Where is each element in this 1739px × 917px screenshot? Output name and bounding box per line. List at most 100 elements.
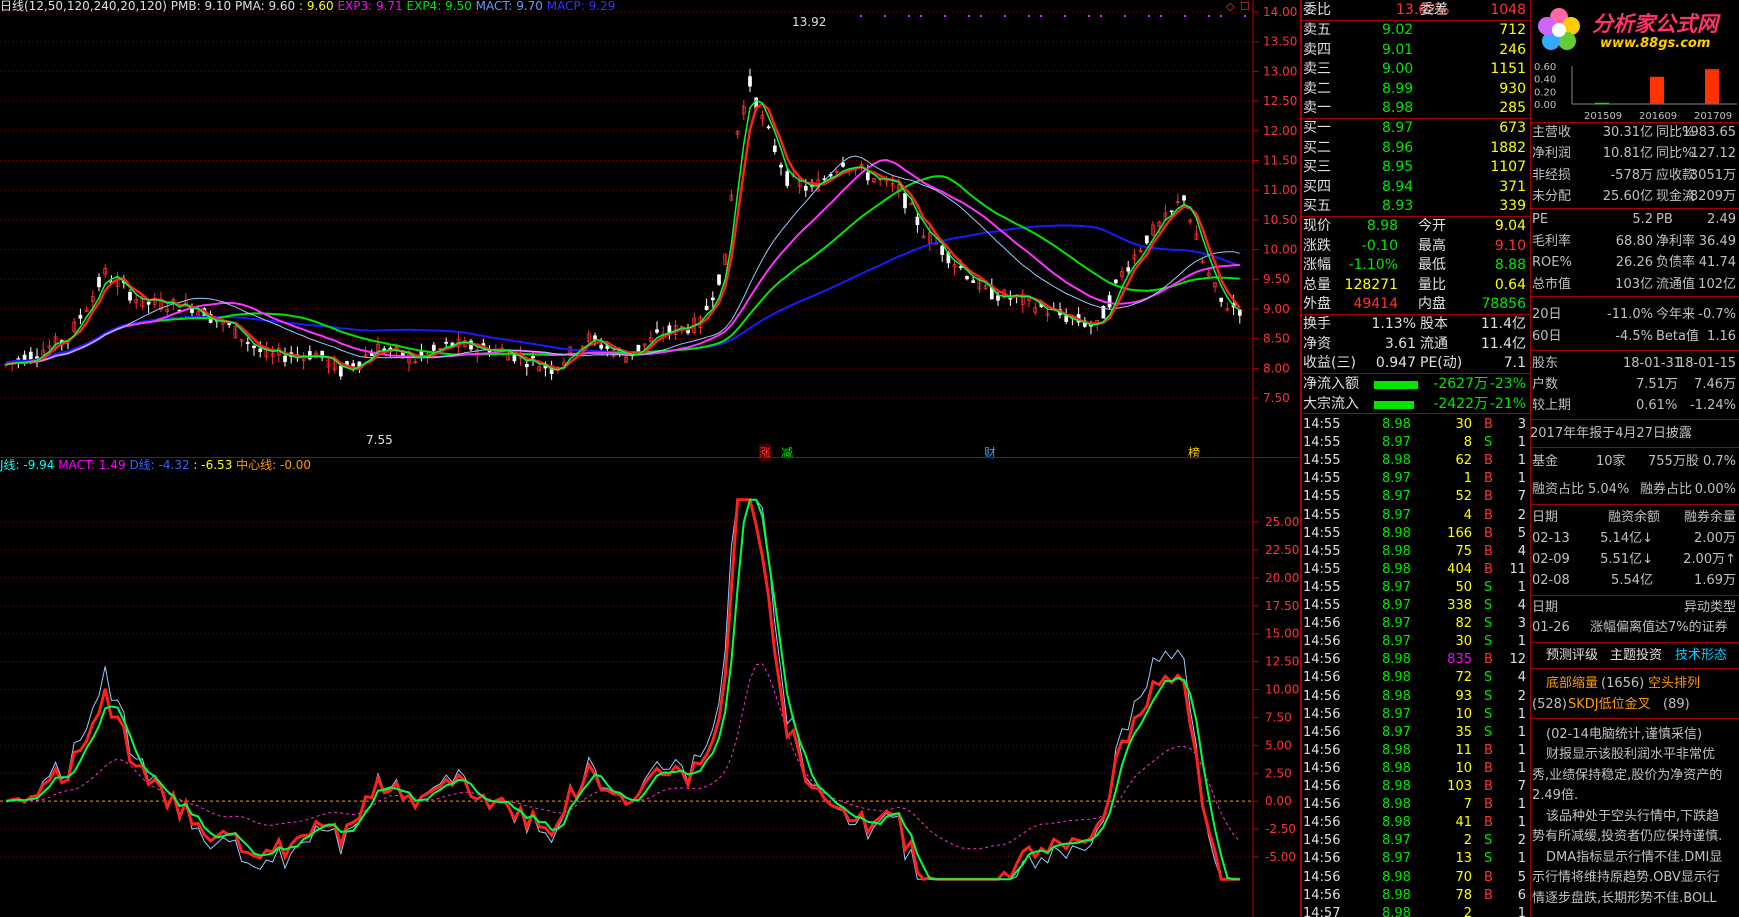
tick-row[interactable]: 14:56 8.97 35 S 1	[1302, 724, 1530, 742]
price-axis-label: 10.50	[1263, 213, 1297, 227]
tick-row[interactable]: 14:55 8.98 62 B 1	[1302, 452, 1530, 470]
tick-row[interactable]: 14:56 8.97 82 S 3	[1302, 615, 1530, 633]
comment-line: 示行情将维持原趋势.OBV显示行	[1532, 870, 1720, 885]
tick-side: S	[1484, 706, 1493, 722]
candle-body	[1107, 295, 1112, 308]
candle-body	[531, 356, 535, 359]
tick-row[interactable]: 14:55 8.98 404 B 11	[1302, 561, 1530, 579]
tick-count: 1	[1517, 724, 1526, 740]
tick-count: 1	[1517, 905, 1526, 917]
tick-row[interactable]: 14:56 8.98 41 B 1	[1302, 814, 1530, 832]
profit-bar	[1595, 102, 1609, 105]
tick-price: 8.97	[1382, 634, 1411, 650]
sub-axis-label: 2.50	[1265, 766, 1292, 780]
tick-row[interactable]: 14:57 8.98 2 1	[1302, 905, 1530, 917]
event-marker-cai[interactable]: 财	[984, 444, 996, 461]
valuation-row: PE 5.2 PB 2.49	[1532, 212, 1736, 227]
tick-row[interactable]: 14:55 8.98 166 B 5	[1302, 525, 1530, 543]
flower-logo-icon	[1538, 8, 1580, 50]
tick-row[interactable]: 14:56 8.97 13 S 1	[1302, 850, 1530, 868]
tick-price: 8.98	[1382, 905, 1411, 917]
tick-time: 14:55	[1303, 525, 1341, 541]
tick-price: 8.98	[1382, 688, 1411, 704]
tick-row[interactable]: 14:56 8.97 2 S 2	[1302, 832, 1530, 850]
buy-level-volume: 1107	[1490, 159, 1526, 175]
quote-stat-row: 收益(三) 0.947 PE(动) 7.1	[1302, 354, 1530, 374]
stat-label: 现价	[1303, 218, 1331, 234]
fund-flow-row: 净流入额 -2627万 -23%	[1302, 375, 1530, 395]
flow-pct: -21%	[1489, 395, 1526, 412]
stat-label: 量比	[1418, 276, 1446, 293]
tick-row[interactable]: 14:55 8.98 30 B 3	[1302, 416, 1530, 434]
tick-volume: 93	[1455, 688, 1472, 704]
tick-price: 8.97	[1382, 616, 1411, 632]
sell-level-row[interactable]: 卖五 9.02 712	[1302, 21, 1530, 41]
tick-row[interactable]: 14:55 8.97 1 B 1	[1302, 470, 1530, 488]
sell-level-row[interactable]: 卖二 8.99 930	[1302, 80, 1530, 100]
signal-dot	[944, 15, 946, 17]
tick-row[interactable]: 14:55 8.97 52 B 7	[1302, 488, 1530, 506]
event-marker-jian[interactable]: 减	[781, 444, 793, 461]
sell-level-row[interactable]: 卖四 9.01 246	[1302, 41, 1530, 61]
profit-bar-chart: 0.60 0.400.20 0.00 201509 201609 201709	[1534, 62, 1737, 122]
sub-axis-label: 5.00	[1265, 738, 1292, 752]
tick-time: 14:55	[1303, 561, 1341, 577]
tick-row[interactable]: 14:56 8.98 70 B 5	[1302, 869, 1530, 887]
tick-row[interactable]: 14:56 8.98 103 B 7	[1302, 778, 1530, 796]
tick-row[interactable]: 14:55 8.97 50 S 1	[1302, 579, 1530, 597]
weibi-label: 委比	[1303, 2, 1331, 18]
tick-count: 1	[1517, 760, 1526, 776]
buy-level-row[interactable]: 买五 8.93 339	[1302, 197, 1530, 217]
tick-row[interactable]: 14:55 8.97 338 S 4	[1302, 597, 1530, 615]
event-marker-bang[interactable]: 榜	[1188, 444, 1200, 461]
tick-row[interactable]: 14:56 8.98 78 B 6	[1302, 887, 1530, 905]
candle-body	[655, 329, 659, 333]
event-marker-zhang[interactable]: 涨	[759, 444, 772, 461]
tick-row[interactable]: 14:55 8.98 75 B 4	[1302, 543, 1530, 561]
window-icon[interactable]: ☐	[1240, 0, 1250, 13]
candle-body	[593, 335, 597, 340]
tick-count: 6	[1517, 887, 1526, 903]
legend-mact: MACT: 9.70	[475, 0, 543, 13]
tick-count: 2	[1517, 688, 1526, 704]
buy-level-row[interactable]: 买三 8.95 1107	[1302, 158, 1530, 178]
stat-label: 流通	[1420, 335, 1448, 352]
candle-body	[245, 342, 250, 344]
diamond-icon[interactable]: ◇	[1226, 0, 1234, 13]
tick-volume: 11	[1455, 742, 1472, 758]
tick-row[interactable]: 14:56 8.97 30 S 1	[1302, 633, 1530, 651]
sell-level-row[interactable]: 卖三 9.00 1151	[1302, 60, 1530, 80]
tab-theme[interactable]: 主题投资	[1610, 645, 1662, 666]
sell-level-volume: 246	[1499, 41, 1526, 58]
buy-level-row[interactable]: 买四 8.94 371	[1302, 178, 1530, 198]
signal-dot	[908, 15, 910, 17]
legend-pmb: PMB: 9.10	[170, 0, 232, 13]
tick-row[interactable]: 14:56 8.98 7 B 1	[1302, 796, 1530, 814]
buy-level-row[interactable]: 买二 8.96 1882	[1302, 139, 1530, 159]
price-axis-label: 9.50	[1263, 272, 1290, 286]
tick-row[interactable]: 14:56 8.97 10 S 1	[1302, 706, 1530, 724]
ma-line-magenta	[5, 158, 1240, 366]
tick-row[interactable]: 14:55 8.97 4 B 2	[1302, 507, 1530, 525]
tick-price: 8.97	[1382, 489, 1411, 505]
candle-body	[772, 145, 777, 152]
tick-row[interactable]: 14:56 8.98 11 B 1	[1302, 742, 1530, 760]
tab-rating[interactable]: 预测评级	[1546, 645, 1598, 666]
tab-pattern[interactable]: 技术形态	[1675, 645, 1727, 666]
stat-value: 11.4亿	[1480, 316, 1526, 332]
sell-level-row[interactable]: 卖一 8.98 285	[1302, 99, 1530, 119]
tick-row[interactable]: 14:55 8.97 8 S 1	[1302, 434, 1530, 452]
buy-level-row[interactable]: 买一 8.97 673	[1302, 119, 1530, 139]
tick-time: 14:55	[1303, 598, 1341, 613]
legend-d: D线: -4.32	[129, 458, 190, 472]
tick-row[interactable]: 14:56 8.98 93 S 2	[1302, 688, 1530, 706]
signal-dot	[1064, 15, 1066, 17]
tick-row[interactable]: 14:56 8.98 10 B 1	[1302, 760, 1530, 778]
pattern-line2: (528) SKDJ低位金叉 (89)	[1532, 697, 1690, 712]
sell-level-price: 8.99	[1382, 80, 1414, 97]
candle-body	[1219, 297, 1224, 302]
tick-volume: 50	[1455, 579, 1472, 595]
tick-time: 14:56	[1303, 887, 1341, 903]
tick-row[interactable]: 14:56 8.98 835 B 12	[1302, 651, 1530, 669]
tick-row[interactable]: 14:56 8.98 72 S 4	[1302, 669, 1530, 687]
